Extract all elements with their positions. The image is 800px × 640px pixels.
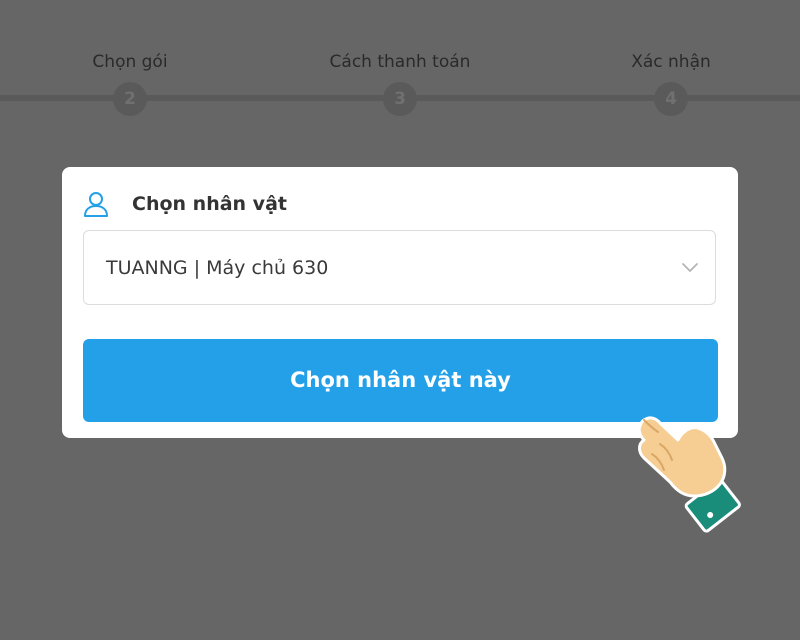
step-label: Chọn gói xyxy=(92,52,168,72)
chevron-down-icon xyxy=(682,263,698,272)
select-character-button[interactable]: Chọn nhân vật này xyxy=(83,339,718,422)
step-choose-package[interactable]: Chọn gói 2 xyxy=(30,50,230,116)
step-payment-method[interactable]: Cách thanh toán 3 xyxy=(300,50,500,116)
card-header: Chọn nhân vật xyxy=(82,189,287,219)
step-label: Cách thanh toán xyxy=(329,52,471,72)
step-number: 2 xyxy=(113,82,147,116)
step-label: Xác nhận xyxy=(631,52,711,72)
step-confirm[interactable]: Xác nhận 4 xyxy=(571,50,771,116)
step-number: 4 xyxy=(654,82,688,116)
character-select-card: Chọn nhân vật TUANNG | Máy chủ 630 Chọn … xyxy=(62,167,738,438)
step-number: 3 xyxy=(383,82,417,116)
card-title: Chọn nhân vật xyxy=(132,193,287,215)
progress-stepper: Chọn gói 2 Cách thanh toán 3 Xác nhận 4 xyxy=(0,0,800,130)
character-select[interactable]: TUANNG | Máy chủ 630 xyxy=(83,230,716,305)
selected-character-value: TUANNG | Máy chủ 630 xyxy=(106,257,329,279)
user-icon xyxy=(84,192,108,217)
pointing-hand-icon xyxy=(637,416,741,533)
